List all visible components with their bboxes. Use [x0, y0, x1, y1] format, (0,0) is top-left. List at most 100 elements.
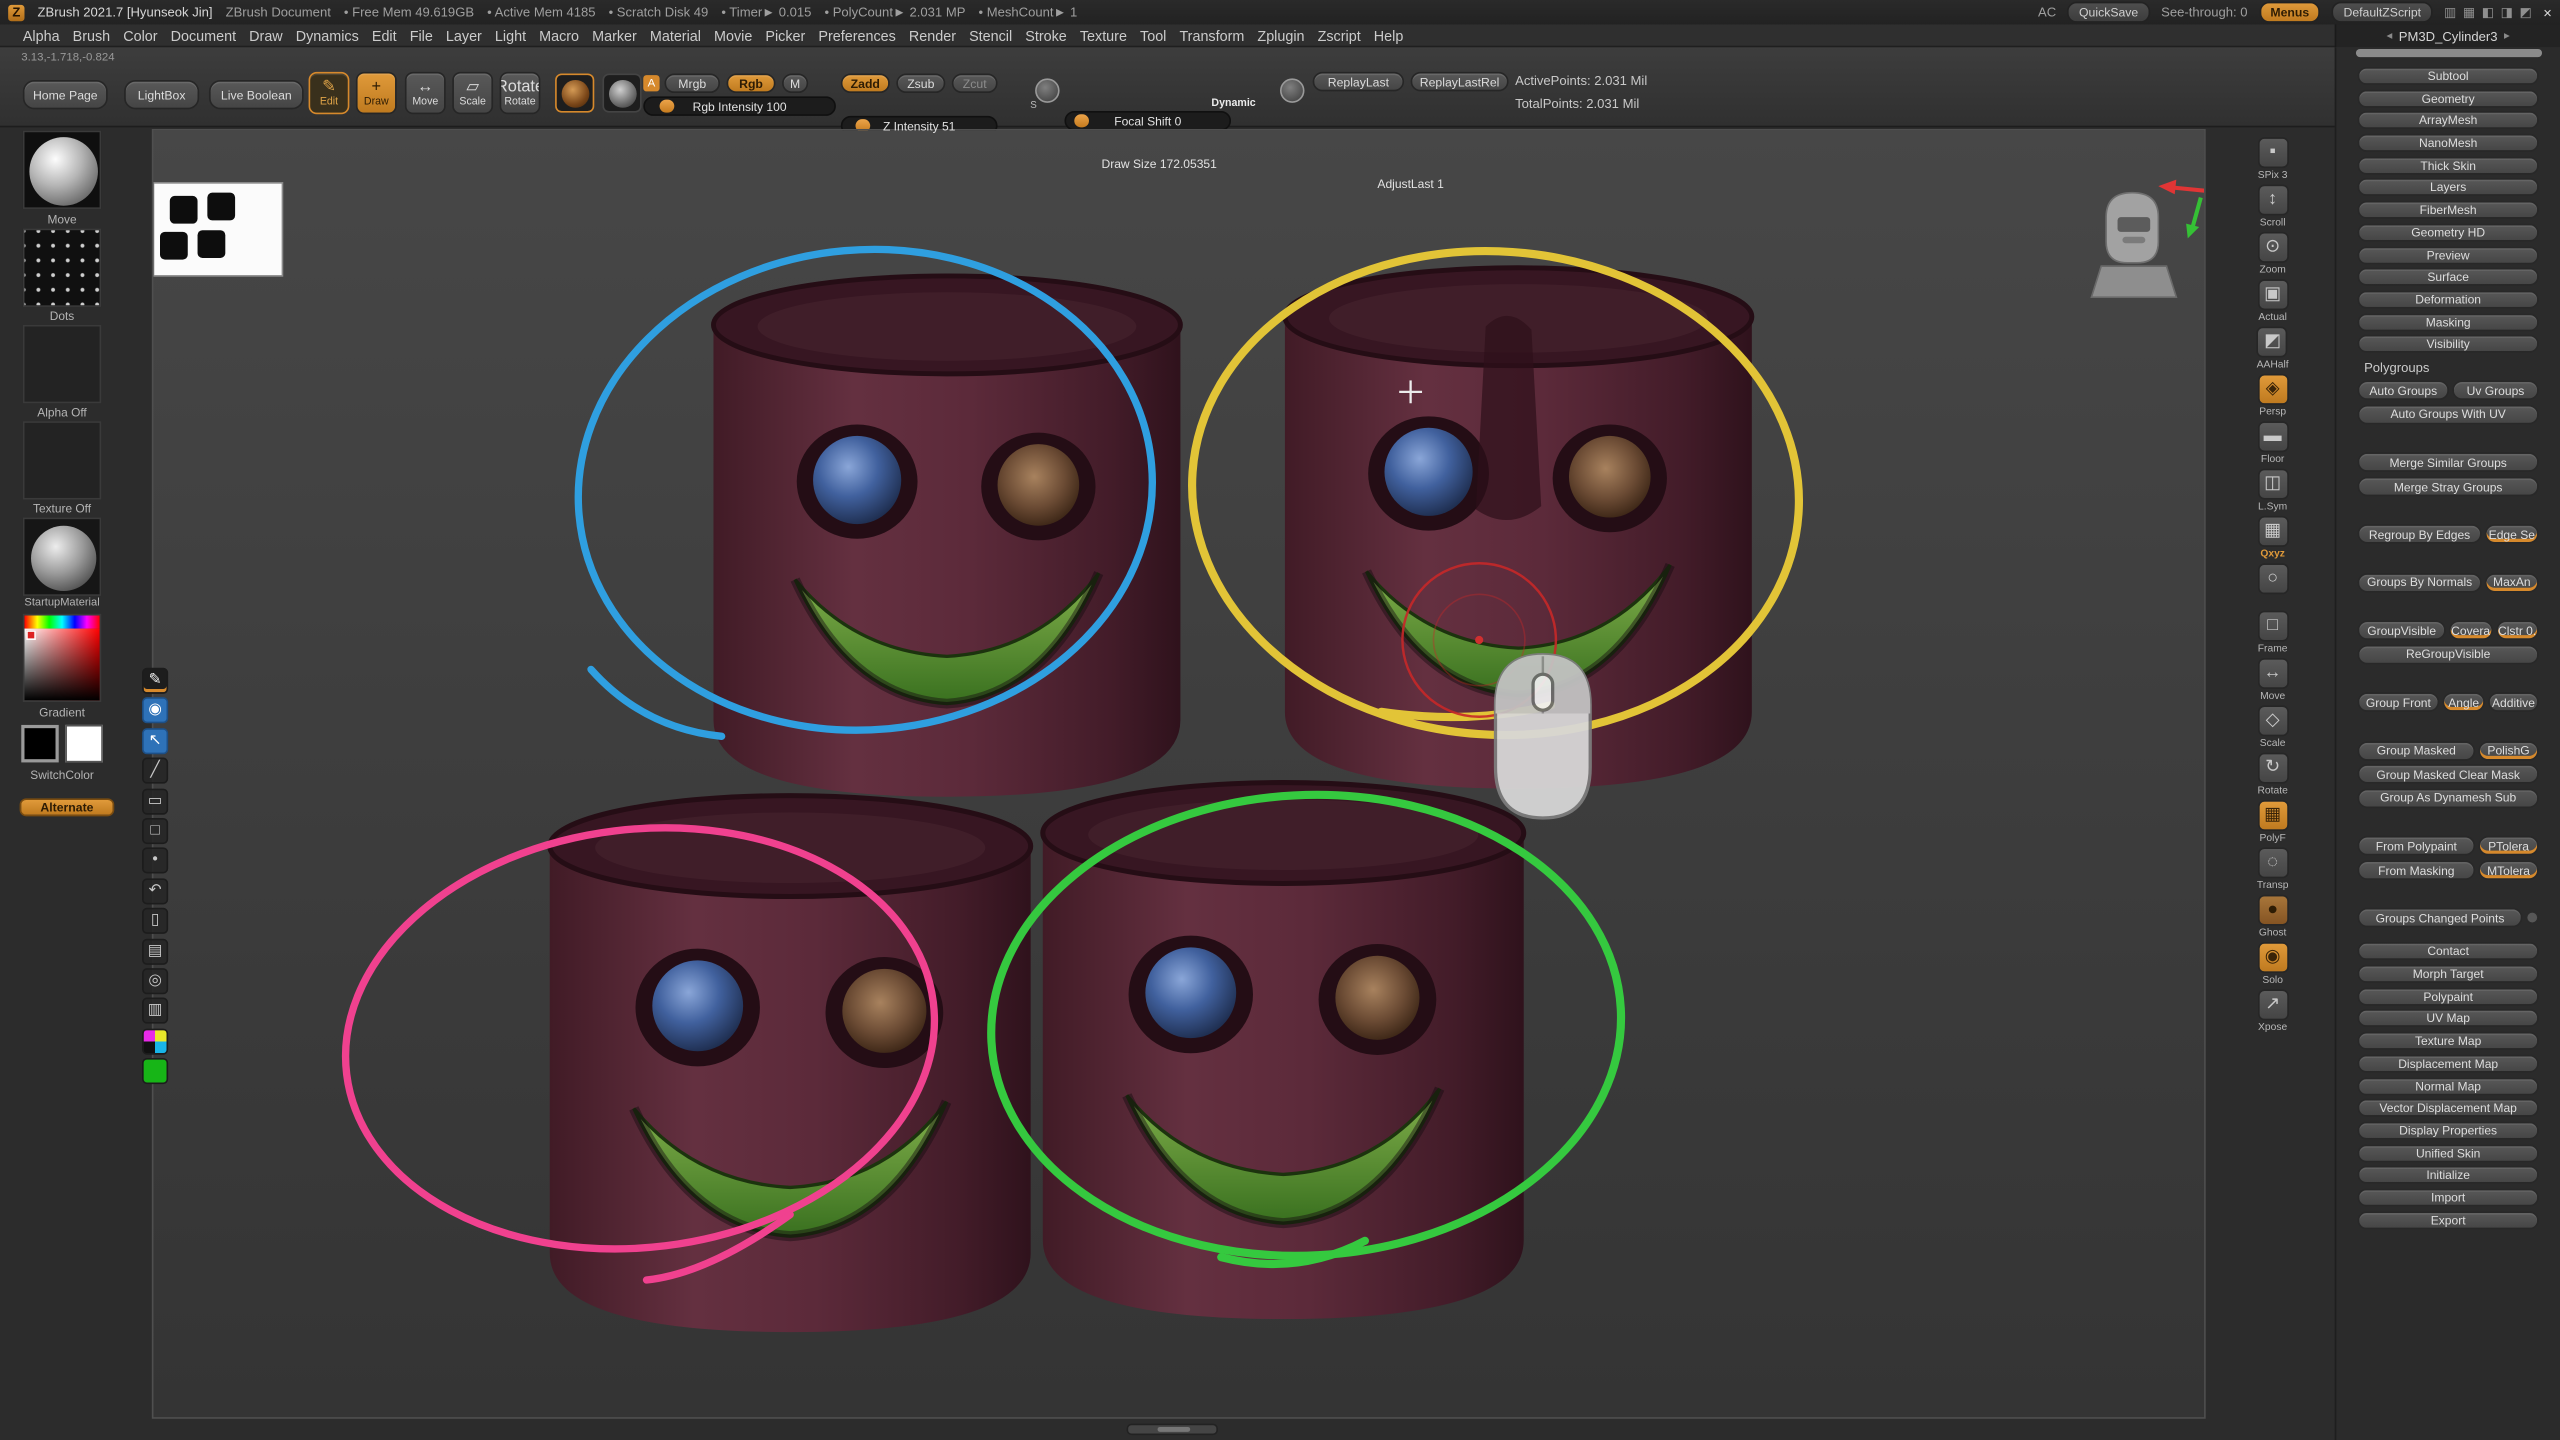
cluster-slider[interactable]: Clstr 0. — [2496, 621, 2539, 641]
move-mode-button[interactable]: ↔Move — [405, 72, 446, 114]
layout-icon[interactable]: ◩ — [2519, 5, 2531, 20]
marquee-rect-icon[interactable]: ▭ — [142, 788, 168, 814]
document-thumbnail[interactable] — [153, 183, 282, 276]
group-masked-button[interactable]: Group Masked — [2358, 741, 2476, 761]
tool-section-button[interactable]: Export — [2358, 1211, 2539, 1229]
angle-slider[interactable]: Angle — [2442, 693, 2484, 713]
additive-button[interactable]: Additive — [2488, 693, 2539, 713]
secondary-color-swatch[interactable] — [65, 725, 103, 763]
rotate3d-button[interactable]: ↻ Rotate — [2257, 753, 2288, 797]
tool-section-button[interactable]: Texture Map — [2358, 1032, 2539, 1050]
zsub-button[interactable]: Zsub — [896, 73, 945, 93]
tool-section-button[interactable]: Deformation — [2358, 290, 2539, 308]
tool-section-button[interactable]: Surface — [2358, 268, 2539, 286]
group-as-dynamesh-sub-button[interactable]: Group As Dynamesh Sub — [2358, 788, 2539, 808]
document-canvas[interactable] — [153, 131, 2204, 1418]
menu-item[interactable]: Dynamics — [296, 27, 359, 43]
mask-tolerance-slider[interactable]: MTolera — [2478, 860, 2538, 880]
split-right-icon[interactable]: ◨ — [2501, 5, 2513, 20]
actual-button[interactable]: ▣ Actual — [2257, 279, 2288, 323]
color-picker[interactable] — [23, 614, 101, 702]
menu-item[interactable]: Light — [495, 27, 526, 43]
live-boolean-button[interactable]: Live Boolean — [209, 80, 304, 109]
menu-item[interactable]: Render — [909, 27, 956, 43]
hue-bar[interactable] — [24, 616, 99, 629]
edit-mode-button[interactable]: ✎Edit — [309, 72, 350, 114]
scroll-button[interactable]: ↕ Scroll — [2257, 184, 2288, 228]
tool-section-button[interactable]: Polypaint — [2358, 987, 2539, 1005]
tool-section-button[interactable]: Layers — [2358, 179, 2539, 197]
polygroups-section-title[interactable]: Polygroups — [2364, 361, 2560, 376]
menu-item[interactable]: Draw — [249, 27, 283, 43]
visibility-eye-icon[interactable]: ◉ — [142, 698, 168, 724]
tool-section-button[interactable]: Normal Map — [2358, 1077, 2539, 1095]
alpha-off-thumbnail[interactable] — [23, 325, 101, 403]
close-window-icon[interactable]: × — [2543, 4, 2552, 20]
green-swatch-icon[interactable] — [142, 1058, 168, 1084]
menu-item[interactable]: Color — [123, 27, 157, 43]
focal-shift-slider[interactable]: Focal Shift 0 — [1064, 111, 1231, 131]
menu-item[interactable]: Zplugin — [1257, 27, 1304, 43]
menu-item[interactable]: File — [410, 27, 433, 43]
groups-by-normals-button[interactable]: Groups By Normals — [2358, 573, 2482, 593]
tool-section-button[interactable]: FiberMesh — [2358, 201, 2539, 219]
solo-button[interactable]: ◉ Solo — [2257, 942, 2288, 986]
menu-item[interactable]: Stencil — [969, 27, 1012, 43]
quicksave-button[interactable]: QuickSave — [2068, 2, 2150, 23]
paint-tolerance-slider[interactable]: PTolera — [2478, 836, 2538, 856]
menu-item[interactable]: Preferences — [818, 27, 895, 43]
tray-scrollbar[interactable] — [2356, 49, 2542, 57]
saturation-square[interactable] — [24, 629, 99, 701]
zcut-button[interactable]: Zcut — [952, 73, 998, 93]
menu-item[interactable]: Material — [650, 27, 701, 43]
menu-item[interactable]: Tool — [1140, 27, 1166, 43]
edge-se-slider[interactable]: Edge Se — [2485, 525, 2539, 545]
printer-icon[interactable]: ▤ — [142, 938, 168, 964]
canvas-horizontal-scrollbar[interactable] — [1127, 1424, 1218, 1435]
tool-section-button[interactable]: Thick Skin — [2358, 156, 2539, 174]
tool-section-button[interactable]: UV Map — [2358, 1010, 2539, 1028]
m-button[interactable]: M — [782, 73, 808, 93]
menu-item[interactable]: Transform — [1179, 27, 1244, 43]
tool-section-button[interactable]: Preview — [2358, 246, 2539, 264]
coverage-slider[interactable]: Covera — [2449, 621, 2492, 641]
cmyk-swatch-icon[interactable] — [142, 1028, 168, 1054]
rgb-button[interactable]: Rgb — [727, 73, 776, 93]
group-visible-button[interactable]: GroupVisible — [2358, 621, 2446, 641]
tool-section-button[interactable]: NanoMesh — [2358, 134, 2539, 152]
transp-button[interactable]: ◌ Transp — [2257, 847, 2289, 891]
tool-section-button[interactable]: Masking — [2358, 313, 2539, 331]
dynamic-label[interactable]: Dynamic — [1211, 98, 1255, 109]
tool-section-button[interactable]: Subtool — [2358, 67, 2539, 85]
current-tool-selector[interactable]: ◂ PM3D_Cylinder3 ▸ — [2335, 24, 2560, 47]
uv-groups-button[interactable]: Uv Groups — [2452, 381, 2539, 401]
zoom-button[interactable]: ⊙ Zoom — [2257, 232, 2288, 276]
menu-item[interactable]: Zscript — [1318, 27, 1361, 43]
current-brush-button[interactable] — [555, 73, 594, 112]
spix-button[interactable]: ▪ SPix 3 — [2257, 137, 2288, 181]
texture-off-thumbnail[interactable] — [23, 421, 101, 499]
local-sym-button[interactable]: ○ — [2257, 563, 2288, 607]
menu-item[interactable]: Movie — [714, 27, 752, 43]
groups-changed-points-button[interactable]: Groups Changed Points — [2358, 908, 2523, 928]
menus-button[interactable]: Menus — [2259, 2, 2321, 23]
regroup-visible-button[interactable]: ReGroupVisible — [2358, 645, 2539, 665]
ghost-button[interactable]: ● Ghost — [2257, 895, 2288, 939]
rgb-intensity-slider[interactable]: Rgb Intensity 100 — [643, 96, 836, 116]
tool-section-button[interactable]: Vector Displacement Map — [2358, 1099, 2539, 1117]
current-stroke-button[interactable] — [602, 73, 641, 112]
tool-section-button[interactable]: Contact — [2358, 943, 2539, 961]
menu-item[interactable]: Document — [171, 27, 236, 43]
pencil-icon[interactable]: ╱ — [142, 758, 168, 784]
menu-item[interactable]: Marker — [592, 27, 637, 43]
tool-section-button[interactable]: Geometry HD — [2358, 223, 2539, 241]
lazy-mouse-icon[interactable] — [1280, 78, 1304, 102]
move3d-button[interactable]: ↔ Move — [2257, 658, 2288, 702]
merge-stray-groups-button[interactable]: Merge Stray Groups — [2358, 477, 2539, 497]
square-tool-icon[interactable]: □ — [142, 818, 168, 844]
move-gizmo-thumbnail[interactable] — [23, 131, 101, 209]
menu-item[interactable]: Picker — [765, 27, 805, 43]
marker-pen-icon[interactable]: ✎ — [142, 668, 168, 694]
dot-tool-icon[interactable]: • — [142, 848, 168, 874]
group-front-button[interactable]: Group Front — [2358, 693, 2440, 713]
